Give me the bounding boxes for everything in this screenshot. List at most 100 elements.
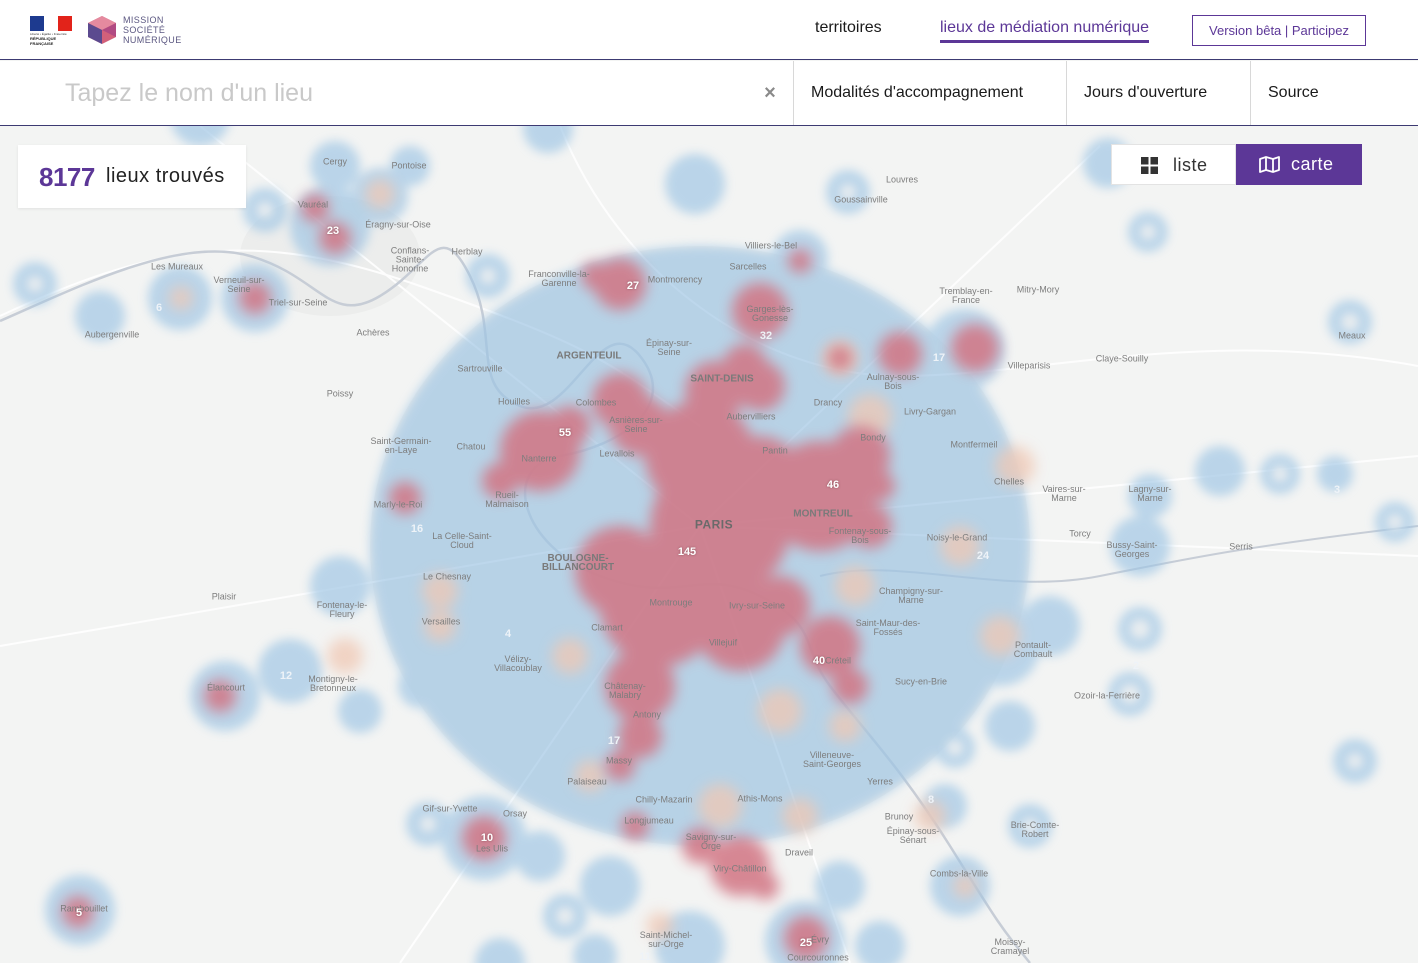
place-label-montreuil: MONTREUIL — [793, 508, 853, 520]
cluster-count[interactable]: 27 — [627, 280, 639, 292]
cluster-count[interactable]: 10 — [481, 832, 493, 844]
place-label-saint-denis: SAINT-DENIS — [690, 373, 754, 385]
cluster-count[interactable]: 3 — [1334, 484, 1340, 496]
place-label-lagny: Lagny-sur- Marne — [1128, 484, 1172, 503]
cluster-count[interactable]: 17 — [933, 352, 945, 364]
place-label-montfermeil: Montfermeil — [950, 439, 998, 450]
filter-modalites[interactable]: Modalités d'accompagnement — [793, 61, 1067, 125]
place-label-elancourt: Élancourt — [206, 682, 246, 693]
place-label-chatou: Chatou — [456, 441, 486, 452]
beta-participate-button[interactable]: Version bêta | Participez — [1192, 15, 1366, 46]
mission-societe-numerique-logo[interactable]: MISSION SOCIÉTÉ NUMÉRIQUE — [86, 15, 186, 47]
place-label-herblay: Herblay — [451, 246, 483, 257]
cluster-count[interactable]: 46 — [827, 479, 839, 491]
view-toggle-list-label: liste — [1173, 155, 1208, 175]
cluster-count[interactable]: 8 — [928, 794, 934, 806]
view-toggle-map[interactable]: carte — [1236, 144, 1362, 185]
place-label-montmorency: Montmorency — [647, 274, 703, 285]
grid-icon — [1141, 157, 1158, 174]
nav-link-territoires[interactable]: territoires — [815, 19, 882, 37]
place-label-rambouillet: Rambouillet — [60, 903, 108, 914]
filter-source[interactable]: Source — [1250, 61, 1418, 125]
clear-search-icon[interactable]: × — [760, 80, 780, 106]
place-label-chelles: Chelles — [993, 476, 1025, 487]
place-label-paris: PARIS — [694, 517, 734, 532]
place-label-draveil: Draveil — [784, 847, 814, 858]
place-label-argenteuil: ARGENTEUIL — [556, 350, 622, 362]
cluster-count[interactable]: 17 — [608, 735, 620, 747]
cluster-count[interactable]: 25 — [800, 937, 812, 949]
msn-hexagon-icon — [88, 16, 116, 44]
filter-jours-ouverture[interactable]: Jours d'ouverture — [1066, 61, 1251, 125]
place-label-villejuif: Villejuif — [708, 637, 738, 648]
place-label-epinay-senart: Épinay-sous- Sénart — [886, 826, 940, 845]
place-label-saint-michel: Saint-Michel-sur-Orge — [639, 930, 693, 949]
top-navigation-bar: Liberté • Égalité • Fraternité RÉPUBLIQU… — [0, 0, 1418, 60]
place-label-les-mureaux: Les Mureaux — [150, 261, 204, 272]
place-label-marly: Marly-le-Roi — [373, 499, 423, 510]
place-label-champigny: Champigny-sur- Marne — [878, 586, 944, 605]
place-label-saint-maur: Saint-Maur-des- Fossés — [855, 618, 921, 637]
cluster-count[interactable]: 32 — [760, 330, 772, 342]
logo-republic-text: RÉPUBLIQUE FRANÇAISE — [30, 36, 57, 46]
place-label-palaiseau: Palaiseau — [567, 776, 607, 787]
place-label-houilles: Houilles — [497, 396, 531, 407]
place-label-gif: Gif-sur-Yvette — [422, 803, 478, 814]
nav-link-lieux[interactable]: lieux de médiation numérique — [940, 19, 1150, 43]
place-label-nanterre: Nanterre — [521, 453, 557, 464]
place-label-massy: Massy — [605, 755, 633, 766]
place-label-franconville: Franconville-la- Garenne — [528, 269, 590, 288]
cluster-count[interactable]: 24 — [977, 550, 989, 562]
cluster-count[interactable]: 40 — [813, 655, 825, 667]
place-label-claye: Claye-Souilly — [1095, 353, 1149, 364]
place-search-input[interactable] — [0, 61, 793, 125]
view-toggle-map-label: carte — [1291, 154, 1334, 174]
cluster-count[interactable]: 6 — [156, 302, 162, 314]
place-label-combs: Combs-la-Ville — [929, 868, 989, 879]
cluster-count[interactable]: 5 — [76, 907, 82, 919]
cluster-count[interactable]: 4 — [505, 628, 511, 640]
place-label-asnieres: Asnières-sur- Seine — [609, 415, 663, 434]
place-label-villeparisis: Villeparisis — [1007, 360, 1051, 371]
place-label-aulnay: Aulnay-sous- Bois — [866, 372, 920, 391]
place-label-chatenay: Châtenay- Malabry — [604, 681, 646, 700]
place-label-brie: Brie-Comte- Robert — [1010, 820, 1060, 839]
place-label-conflans: Conflans- Sainte- Honorine — [390, 245, 430, 274]
msn-logo-text: MISSION SOCIÉTÉ NUMÉRIQUE — [123, 15, 182, 45]
place-label-ivry: Ivry-sur-Seine — [728, 600, 786, 611]
place-label-fontenay-le-fleury: Fontenay-le- Fleury — [316, 600, 368, 619]
place-label-acheres: Achères — [356, 327, 390, 338]
place-label-longjumeau: Longjumeau — [624, 815, 674, 826]
place-label-antony: Antony — [632, 709, 662, 720]
place-label-eragny: Éragny-sur-Oise — [365, 219, 431, 230]
heatmap-map[interactable]: PARIS SAINT-DENIS ARGENTEUIL MONTREUIL B… — [0, 126, 1418, 963]
place-label-goussainville: Goussainville — [834, 194, 888, 205]
results-count: 8177 — [39, 162, 95, 192]
cluster-count[interactable]: 16 — [411, 523, 423, 535]
place-label-mitry: Mitry-Mory — [1016, 284, 1060, 295]
place-label-levallois: Levallois — [599, 448, 635, 459]
place-label-pontoise: Pontoise — [391, 160, 427, 171]
place-label-livry: Livry-Gargan — [903, 406, 957, 417]
place-label-brunoy: Brunoy — [884, 811, 914, 822]
cluster-count[interactable]: 145 — [678, 546, 696, 558]
cluster-count[interactable]: 11 — [639, 951, 651, 963]
place-label-la-celle: La Celle-Saint- Cloud — [432, 531, 492, 550]
cluster-count[interactable]: 12 — [280, 670, 292, 682]
results-label: lieux trouvés — [106, 165, 225, 187]
place-label-clamart: Clamart — [591, 622, 623, 633]
republique-francaise-logo[interactable]: Liberté • Égalité • Fraternité RÉPUBLIQU… — [30, 16, 72, 46]
place-label-creteil: Créteil — [824, 655, 852, 666]
view-toggle-list[interactable]: liste — [1111, 144, 1236, 185]
place-label-villeneuve: Villeneuve- Saint-Georges — [802, 750, 862, 769]
place-label-saint-germain: Saint-Germain-en-Laye — [370, 436, 432, 455]
place-label-les-ulis: Les Ulis — [475, 843, 509, 854]
place-label-serris: Serris — [1229, 541, 1253, 552]
cluster-count[interactable]: 55 — [559, 427, 571, 439]
cluster-count[interactable]: 2 — [1133, 660, 1139, 672]
french-flag-icon — [30, 16, 72, 31]
place-label-montrouge: Montrouge — [649, 597, 693, 608]
place-label-savigny: Savigny-sur- Orge — [685, 832, 737, 851]
cluster-count[interactable]: 23 — [327, 225, 339, 237]
place-label-viry: Viry-Châtillon — [713, 863, 767, 874]
